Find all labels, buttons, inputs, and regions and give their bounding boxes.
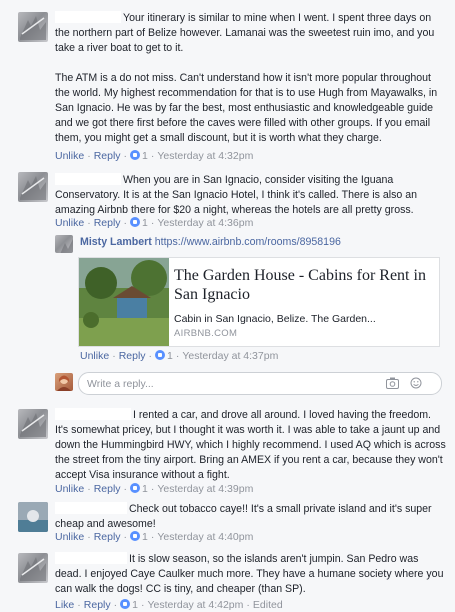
comment-actions: Like · Reply · 1 · Yesterday at 4:42pm · Edited (55, 599, 283, 611)
reply-header: Misty Lambert https://www.airbnb.com/roo… (80, 236, 341, 248)
like-count[interactable]: 1 (142, 531, 148, 543)
like-icon[interactable] (130, 531, 141, 541)
timestamp[interactable]: Yesterday at 4:37pm (182, 350, 278, 362)
reply-link-url[interactable]: https://www.airbnb.com/rooms/8958196 (155, 236, 341, 248)
like-count[interactable]: 1 (142, 217, 148, 229)
reply-link[interactable]: Reply (119, 350, 146, 362)
like-count[interactable]: 1 (132, 599, 138, 611)
reply-author[interactable]: Misty Lambert (80, 236, 152, 248)
comment-actions: Unlike · Reply · 1 · Yesterday at 4:36pm (55, 217, 254, 229)
comment-text: I rented a car, and drove all around. I … (55, 408, 447, 483)
comment-actions: Unlike · Reply · 1 · Yesterday at 4:32pm (55, 150, 254, 162)
link-preview-card[interactable]: The Garden House - Cabins for Rent in Sa… (78, 257, 440, 347)
unlike-link[interactable]: Unlike (55, 217, 84, 229)
avatar[interactable] (18, 12, 48, 42)
like-icon[interactable] (130, 150, 141, 160)
timestamp[interactable]: Yesterday at 4:36pm (157, 217, 253, 229)
like-icon[interactable] (130, 217, 141, 227)
unlike-link[interactable]: Unlike (55, 483, 84, 495)
timestamp[interactable]: Yesterday at 4:40pm (157, 531, 253, 543)
avatar[interactable] (55, 235, 73, 253)
reply-link[interactable]: Reply (94, 531, 121, 543)
reply-input[interactable] (85, 375, 369, 393)
comment-text: It is slow season, so the islands aren't… (55, 552, 447, 597)
reply-link[interactable]: Reply (94, 217, 121, 229)
reply-link[interactable]: Reply (94, 150, 121, 162)
comment-text: Your itinerary is similar to mine when I… (55, 11, 447, 146)
timestamp[interactable]: Yesterday at 4:42pm (147, 599, 243, 611)
redacted-author (55, 11, 121, 23)
like-count[interactable]: 1 (142, 483, 148, 495)
reply-composer[interactable] (78, 372, 442, 395)
comment-text: Check out tobacco caye!! It's a small pr… (55, 502, 447, 532)
reply-link[interactable]: Reply (94, 483, 121, 495)
reply-actions: Unlike · Reply · 1 · Yesterday at 4:37pm (80, 350, 279, 362)
redacted-author (55, 502, 127, 514)
unlike-link[interactable]: Unlike (55, 531, 84, 543)
camera-icon[interactable] (386, 377, 399, 389)
comment-actions: Unlike · Reply · 1 · Yesterday at 4:40pm (55, 531, 254, 543)
redacted-author (55, 552, 127, 564)
redacted-author (55, 173, 121, 185)
timestamp[interactable]: Yesterday at 4:32pm (157, 150, 253, 162)
avatar[interactable] (18, 409, 48, 439)
avatar[interactable] (18, 172, 48, 202)
unlike-link[interactable]: Unlike (55, 150, 84, 162)
unlike-link[interactable]: Unlike (80, 350, 109, 362)
redacted-author (55, 408, 131, 420)
like-icon[interactable] (130, 483, 141, 493)
card-domain: AIRBNB.COM (174, 328, 238, 339)
like-count[interactable]: 1 (167, 350, 173, 362)
comment-actions: Unlike · Reply · 1 · Yesterday at 4:39pm (55, 483, 254, 495)
like-icon[interactable] (120, 599, 131, 609)
like-count[interactable]: 1 (142, 150, 148, 162)
comment-text: When you are in San Ignacio, consider vi… (55, 173, 447, 218)
emoji-icon[interactable] (410, 377, 423, 389)
card-description: Cabin in San Ignacio, Belize. The Garden… (174, 313, 376, 325)
like-icon[interactable] (155, 350, 166, 360)
cabin-thumbnail (79, 258, 169, 346)
card-title[interactable]: The Garden House - Cabins for Rent in Sa… (174, 266, 429, 304)
avatar[interactable] (18, 502, 48, 532)
reply-link[interactable]: Reply (84, 599, 111, 611)
current-user-avatar (55, 373, 73, 391)
edited-label[interactable]: Edited (253, 599, 283, 611)
like-link[interactable]: Like (55, 599, 74, 611)
avatar[interactable] (18, 553, 48, 583)
timestamp[interactable]: Yesterday at 4:39pm (157, 483, 253, 495)
comment-paragraph: The ATM is a do not miss. Can't understa… (55, 72, 438, 144)
